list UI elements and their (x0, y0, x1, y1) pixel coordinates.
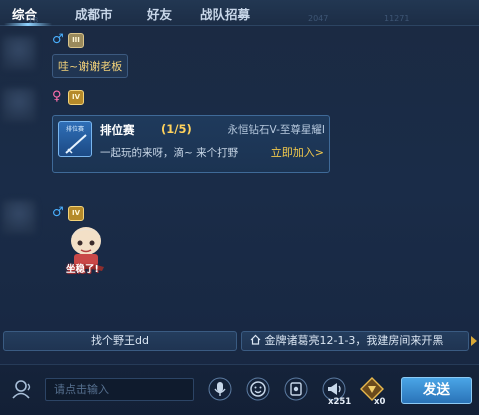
channel-tabs: 综合 成都市 好友 战队招募 18 2047 11271 (0, 0, 479, 26)
rank-badge: III (68, 33, 84, 48)
card-share-icon[interactable] (284, 377, 308, 401)
tab-general-count: 18 (28, 16, 39, 25)
horn-count: x251 (328, 397, 352, 407)
female-icon: ♀ (52, 89, 62, 104)
chat-message: 哇~谢谢老板 (52, 54, 129, 78)
tab-count-3: 11271 (384, 14, 410, 23)
tab-team-recruit[interactable]: 战队招募 (200, 4, 250, 22)
chevron-right-icon[interactable] (471, 336, 477, 346)
ranked-invite-card[interactable]: 排位赛 排位赛 (1/5) 永恒钻石V-至尊星耀I 一起玩的来呀，滴~ 来个打野… (52, 115, 330, 173)
microphone-icon[interactable] (208, 377, 232, 401)
send-button[interactable]: 发送 (401, 377, 472, 404)
voice-chat-icon[interactable] (10, 377, 34, 401)
emoji-icon[interactable] (246, 377, 270, 401)
rank-badge: IV (68, 206, 84, 221)
tab-city[interactable]: 成都市 (75, 4, 113, 22)
ranked-mode-icon: 排位赛 (58, 121, 92, 157)
male-icon: ♂ (52, 32, 64, 47)
sticker-text: 坐稳了! (66, 264, 99, 275)
male-icon: ♂ (52, 205, 64, 220)
tab-count-2: 2047 (308, 14, 329, 23)
card-title: 排位赛 (100, 123, 135, 137)
avatar[interactable] (2, 88, 36, 122)
avatar[interactable] (2, 36, 36, 70)
quick-reply[interactable]: 找个野王dd (3, 331, 237, 351)
rank-range: 永恒钻石V-至尊星耀I (227, 124, 325, 136)
rank-badge: IV (68, 90, 84, 105)
quick-reply-label: 金牌诸葛亮12-1-3，我建房间来开黑 (264, 334, 444, 347)
tab-friends[interactable]: 好友 (147, 4, 172, 22)
avatar[interactable] (2, 200, 36, 234)
item-count: x0 (374, 397, 386, 407)
join-now-link[interactable]: 立即加入> (271, 144, 324, 160)
emoji-sticker[interactable]: 坐稳了! (64, 223, 108, 277)
home-icon (250, 333, 261, 345)
card-message: 一起玩的来呀，滴~ 来个打野 (100, 147, 239, 159)
chat-input[interactable] (45, 378, 194, 401)
quick-reply[interactable]: 金牌诸葛亮12-1-3，我建房间来开黑 (241, 331, 469, 351)
team-count: (1/5) (161, 122, 192, 136)
